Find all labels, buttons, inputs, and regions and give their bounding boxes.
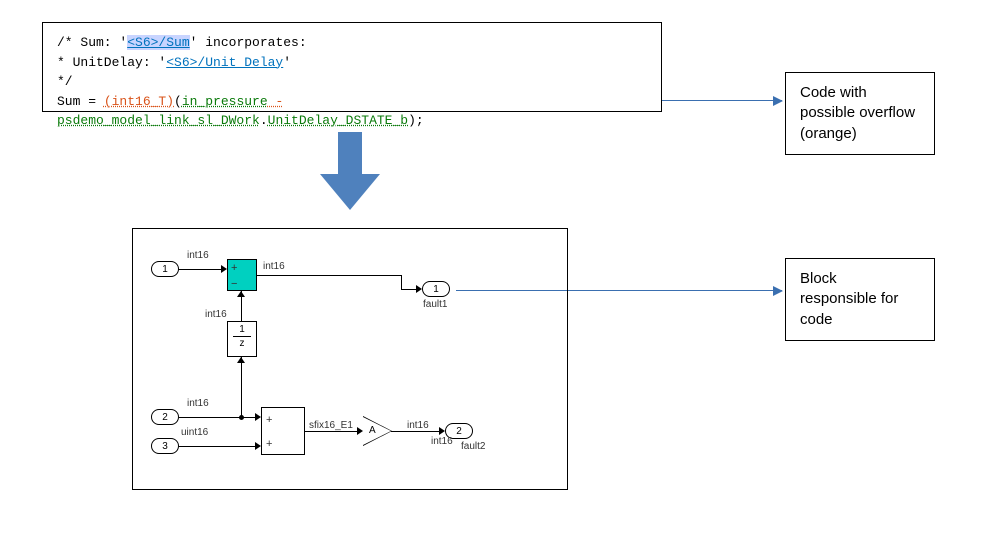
datatype-label: int16 [263,261,285,272]
text: * UnitDelay: ' [57,55,166,70]
plus-icon: + [266,414,272,426]
simulink-diagram: 1 int16 + − int16 1 fault1 int16 1 z 2 i… [132,228,568,490]
text: ); [408,113,424,128]
text: Block [800,269,920,289]
datatype-label: int16 [431,436,453,447]
arrow-icon [237,357,245,363]
outport-1[interactable]: 1 [422,281,450,297]
sum2-block[interactable]: + + [261,407,305,455]
sum-block[interactable]: + − [227,259,257,291]
code-comment-line-3: */ [57,72,647,92]
wire [305,431,359,432]
code-panel: /* Sum: '<S6>/Sum' incorporates: * UnitD… [42,22,662,112]
wire [401,275,402,289]
code-line: Sum = (int16_T)(in_pressure - psdemo_mod… [57,92,647,131]
code-comment-line-1: /* Sum: '<S6>/Sum' incorporates: [57,33,647,53]
outport-label: fault1 [423,299,447,310]
junction [239,415,244,420]
text: code [800,310,920,330]
flow-arrow-icon [320,132,380,210]
text: 1 [239,322,245,335]
code-op-minus: - [268,94,284,109]
text: . [260,113,268,128]
wire [179,446,257,447]
annotation-block-responsible: Block responsible for code [785,258,935,341]
annotation-code-overflow: Code with possible overflow (orange) [785,72,935,155]
datatype-label: int16 [205,309,227,320]
text: (orange) [800,124,920,144]
connector-arrow-1 [662,100,782,101]
code-link-unitdelay[interactable]: <S6>/Unit Delay [166,55,283,70]
code-cast: (int16_T) [104,94,174,109]
code-var-dwork: psdemo_model_link_sl_DWork [57,113,260,128]
text: ' incorporates: [190,35,307,50]
text: responsible for [800,289,920,309]
inport-1[interactable]: 1 [151,261,179,277]
wire [391,431,441,432]
wire [179,269,223,270]
datatype-label: int16 [187,250,209,261]
inport-3[interactable]: 3 [151,438,179,454]
gain-block[interactable] [363,417,391,445]
gain-label: A [369,425,376,436]
text: Sum = [57,94,104,109]
text: z [240,337,245,349]
arrow-icon [773,96,783,106]
plus-icon: + [231,262,237,274]
wire [179,417,257,418]
arrow-icon [237,291,245,297]
text: ( [174,94,182,109]
datatype-label: sfix16_E1 [309,420,353,431]
wire [241,357,242,417]
datatype-label: int16 [407,420,429,431]
code-link-sum[interactable]: <S6>/Sum [127,35,189,50]
text: Code with [800,83,920,103]
datatype-label: int16 [187,398,209,409]
plus-icon: + [266,438,272,450]
datatype-label: uint16 [181,427,208,438]
inport-2[interactable]: 2 [151,409,179,425]
minus-icon: − [231,278,237,290]
text: /* Sum: ' [57,35,127,50]
wire [257,275,401,276]
unit-delay-block[interactable]: 1 z [227,321,257,357]
code-var-inpressure: in_pressure [182,94,268,109]
arrow-icon [773,286,783,296]
text: ' [283,55,291,70]
outport-label: fault2 [461,441,485,452]
text: possible overflow [800,103,920,123]
code-var-unitdelay-dstate: UnitDelay_DSTATE_b [268,113,408,128]
code-comment-line-2: * UnitDelay: '<S6>/Unit Delay' [57,53,647,73]
